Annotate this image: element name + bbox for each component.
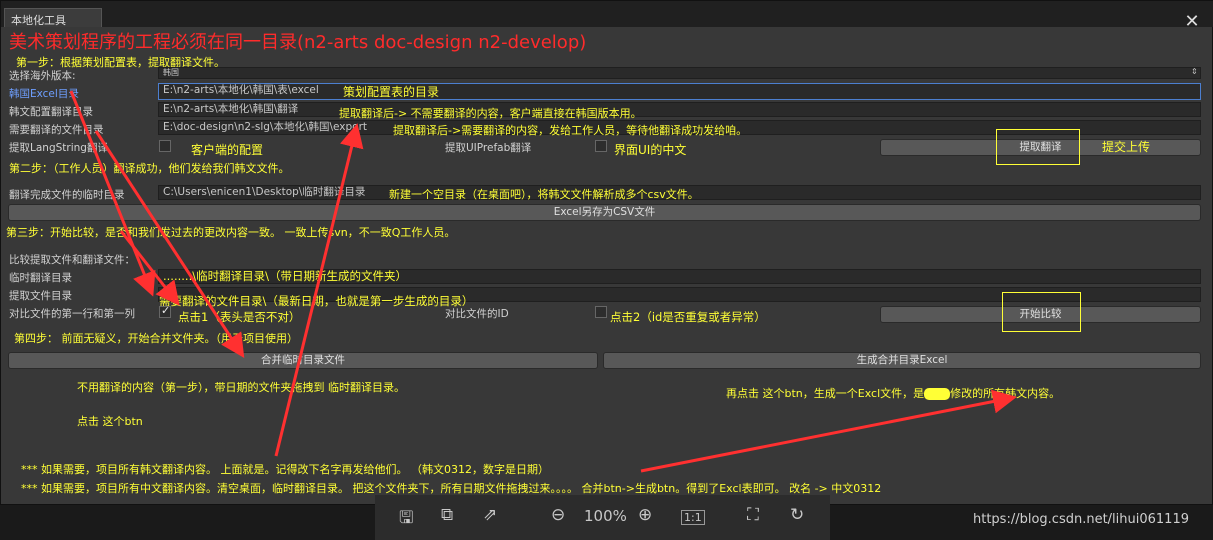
annotation-arrows (69, 90, 1017, 473)
arrow (274, 123, 364, 457)
share-icon[interactable]: ⇗ (483, 505, 497, 525)
zoom-level: 100% (584, 507, 627, 525)
zoom-in-icon[interactable]: ⊕ (638, 505, 652, 525)
arrow (94, 130, 245, 359)
fit-icon[interactable]: ⧉ (441, 505, 453, 525)
arrow (69, 90, 156, 297)
localization-tool-window: 本地化工具 ✕ 美术策划程序的工程必须在同一目录(n2-arts doc-des… (0, 0, 1213, 505)
fullscreen-icon[interactable]: ⛶ (747, 505, 759, 525)
actual-size-button[interactable]: 1:1 (681, 510, 705, 525)
save-icon[interactable]: 🖫 (399, 505, 413, 534)
arrow (640, 389, 1017, 473)
image-viewer-toolbar: 🖫 ⧉ ⇗ ⊖ 100% ⊕ 1:1 ⛶ ↻ (375, 495, 830, 540)
watermark: https://blog.csdn.net/lihui061119 (973, 512, 1189, 527)
zoom-out-icon[interactable]: ⊖ (551, 505, 565, 525)
rotate-icon[interactable]: ↻ (790, 505, 804, 525)
